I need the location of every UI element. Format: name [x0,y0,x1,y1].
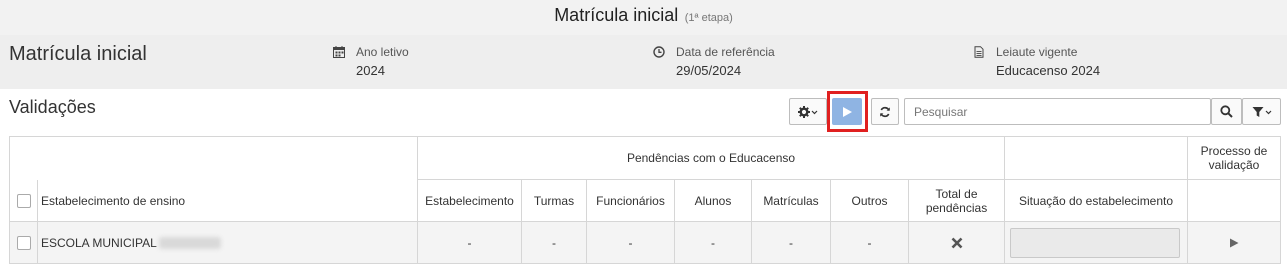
school-name-cell: ESCOLA MUNICIPAL [41,222,411,263]
cell-estabelecimento: - [467,235,472,250]
app-title: Matrícula inicial [554,5,679,25]
col-total-pendencias[interactable]: Total de pendências [909,180,1004,221]
section-title: Validações [9,97,96,117]
col-estabelecimento[interactable]: Estabelecimento [418,180,521,221]
app-subtitle: (1ª etapa) [684,12,733,24]
search-button[interactable] [1211,98,1242,125]
cell-alunos: - [711,235,715,250]
cell-funcionarios: - [628,235,633,250]
gear-icon [798,105,818,118]
cell-outros: - [867,235,872,250]
row-checkbox[interactable] [17,236,31,250]
settings-dropdown-button[interactable] [789,98,827,125]
data-referencia-value: 29/05/2024 [676,63,742,78]
ano-letivo-value: 2024 [356,63,385,78]
row-run-validation-button[interactable] [1188,222,1280,263]
col-outros[interactable]: Outros [831,180,908,221]
refresh-button[interactable] [871,98,899,125]
leiaute-value: Educacenso 2024 [996,63,1101,78]
cell-total-pendencias [909,222,1004,263]
play-icon [843,106,852,117]
col-alunos[interactable]: Alunos [675,180,751,221]
col-funcionarios[interactable]: Funcionários [587,180,674,221]
run-validation-button[interactable] [832,98,862,125]
play-icon [1230,238,1239,247]
blurred-school-id [158,236,221,249]
search-icon [1220,105,1233,118]
validation-table: Pendências com o Educacenso Processo de … [9,136,1281,264]
clock-icon [653,46,665,58]
cell-turmas: - [552,235,556,250]
info-bar: Matrícula inicial Ano letivo 2024 Data d… [0,35,1287,89]
search-input[interactable] [904,98,1211,125]
ano-letivo-label: Ano letivo [356,45,409,59]
leiaute-label: Leiaute vigente [996,45,1078,59]
select-all-checkbox[interactable] [17,194,31,208]
top-title-bar: Matrícula inicial (1ª etapa) [0,0,1287,35]
col-estabelecimento-ensino[interactable]: Estabelecimento de ensino [41,180,411,221]
filter-dropdown-button[interactable] [1242,98,1281,125]
col-turmas[interactable]: Turmas [522,180,586,221]
document-icon [974,46,984,58]
cell-matriculas: - [789,235,793,250]
situacao-status-field [1010,228,1180,258]
school-name: ESCOLA MUNICIPAL [41,235,157,250]
pendencias-group-header: Pendências com o Educacenso [626,151,796,165]
processo-validacao-header: Processo de validação [1200,144,1268,172]
page-title: Matrícula inicial [9,43,147,65]
col-situacao[interactable]: Situação do estabelecimento [1005,180,1187,221]
close-icon [951,237,962,248]
calendar-icon [333,46,345,58]
col-matriculas[interactable]: Matrículas [752,180,830,221]
data-referencia-label: Data de referência [676,45,775,59]
refresh-icon [880,106,890,117]
filter-icon [1252,106,1271,117]
